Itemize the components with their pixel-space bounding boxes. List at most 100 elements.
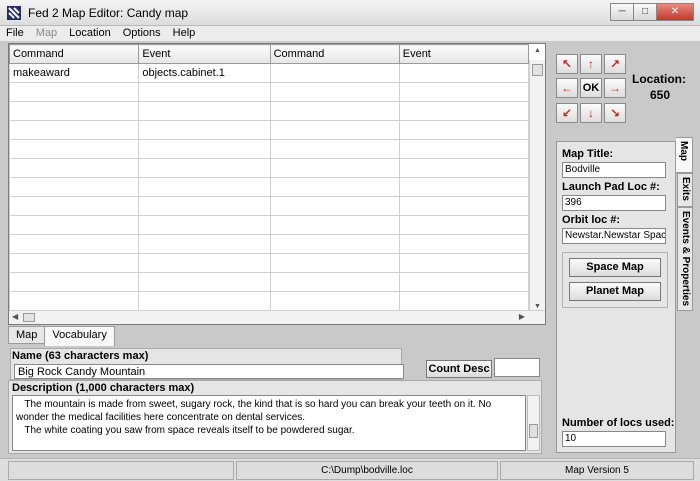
grid-cell[interactable] <box>138 196 271 216</box>
menu-file[interactable]: File <box>0 26 30 41</box>
grid-cell[interactable] <box>269 63 400 83</box>
tab-map-side[interactable]: Map <box>676 137 693 173</box>
grid-cell[interactable] <box>9 177 140 197</box>
arrow-west-icon[interactable]: ← <box>556 78 578 98</box>
menu-options[interactable]: Options <box>117 26 167 41</box>
tab-events-properties[interactable]: Events & Properties <box>677 207 693 311</box>
grid-cell[interactable] <box>269 234 400 254</box>
grid-cell[interactable] <box>398 196 529 216</box>
grid-cell[interactable] <box>138 101 271 121</box>
grid-cell[interactable] <box>269 196 400 216</box>
grid-cell[interactable] <box>138 234 271 254</box>
scroll-right-icon[interactable]: ▶ <box>519 312 525 321</box>
locs-used-field: 10 <box>562 431 666 447</box>
grid-cell[interactable] <box>269 139 400 159</box>
column-header-event-2[interactable]: Event <box>398 44 529 64</box>
column-header-command-1[interactable]: Command <box>9 44 140 64</box>
arrow-southwest-icon[interactable]: ↙ <box>556 103 578 123</box>
orbit-loc-input[interactable]: Newstar.Newstar Space <box>562 228 666 244</box>
scroll-thumb[interactable] <box>23 313 35 322</box>
table-row <box>9 272 529 292</box>
app-icon <box>7 6 21 20</box>
grid-cell[interactable] <box>398 139 529 159</box>
count-desc-button[interactable]: Count Desc <box>426 360 492 378</box>
grid-cell[interactable]: makeaward <box>9 63 140 83</box>
grid-cell[interactable] <box>269 177 400 197</box>
ok-button[interactable]: OK <box>580 78 602 98</box>
scroll-left-icon[interactable]: ◀ <box>12 312 18 321</box>
planet-map-button[interactable]: Planet Map <box>569 282 661 301</box>
count-result-field <box>494 358 540 377</box>
grid-cell[interactable] <box>398 234 529 254</box>
grid-cell[interactable] <box>398 177 529 197</box>
grid-cell[interactable] <box>138 82 271 102</box>
menu-location[interactable]: Location <box>63 26 117 41</box>
grid-cell[interactable] <box>9 272 140 292</box>
grid-vertical-scrollbar[interactable]: ▲ ▼ <box>529 47 545 312</box>
arrow-east-icon[interactable]: → <box>604 78 626 98</box>
tab-exits[interactable]: Exits <box>677 173 693 207</box>
grid-cell[interactable] <box>9 158 140 178</box>
maximize-icon[interactable]: □ <box>633 3 657 21</box>
scroll-up-icon[interactable]: ▲ <box>534 47 541 54</box>
menu-map[interactable]: Map <box>30 26 63 41</box>
grid-cell[interactable] <box>9 291 140 311</box>
grid-cell[interactable] <box>398 63 529 83</box>
grid-cell[interactable] <box>398 215 529 235</box>
grid-cell[interactable] <box>398 101 529 121</box>
tab-map[interactable]: Map <box>8 326 46 344</box>
space-map-button[interactable]: Space Map <box>569 258 661 277</box>
grid-cell[interactable] <box>269 101 400 121</box>
name-input[interactable] <box>14 364 404 379</box>
column-header-event-1[interactable]: Event <box>138 44 271 64</box>
grid-cell[interactable] <box>269 253 400 273</box>
launch-pad-input[interactable]: 396 <box>562 195 666 211</box>
grid-cell[interactable] <box>9 139 140 159</box>
column-header-command-2[interactable]: Command <box>269 44 400 64</box>
grid-cell[interactable] <box>138 272 271 292</box>
minimize-icon[interactable]: ─ <box>610 3 634 21</box>
grid-cell[interactable] <box>269 291 400 311</box>
arrow-northeast-icon[interactable]: ↗ <box>604 54 626 74</box>
grid-cell[interactable] <box>138 158 271 178</box>
arrow-south-icon[interactable]: ↓ <box>580 103 602 123</box>
grid-cell[interactable] <box>138 291 271 311</box>
grid-cell[interactable] <box>398 120 529 140</box>
map-title-input[interactable]: Bodville <box>562 162 666 178</box>
tab-vocabulary[interactable]: Vocabulary <box>44 326 115 346</box>
grid-cell[interactable] <box>138 253 271 273</box>
grid-cell[interactable] <box>9 196 140 216</box>
grid-cell[interactable] <box>269 215 400 235</box>
grid-cell[interactable] <box>9 253 140 273</box>
grid-cell[interactable] <box>398 253 529 273</box>
grid-cell[interactable] <box>269 158 400 178</box>
scroll-thumb[interactable] <box>529 424 538 438</box>
grid-cell[interactable] <box>398 158 529 178</box>
arrow-southeast-icon[interactable]: ↘ <box>604 103 626 123</box>
grid-cell[interactable] <box>398 82 529 102</box>
grid-cell[interactable] <box>398 272 529 292</box>
grid-horizontal-scrollbar[interactable]: ◀ ▶ <box>9 310 545 324</box>
scroll-down-icon[interactable]: ▼ <box>534 303 541 310</box>
grid-cell[interactable] <box>9 215 140 235</box>
grid-cell[interactable] <box>138 120 271 140</box>
close-icon[interactable]: ✕ <box>656 3 694 21</box>
arrow-north-icon[interactable]: ↑ <box>580 54 602 74</box>
scroll-thumb[interactable] <box>532 64 543 76</box>
grid-cell[interactable] <box>9 101 140 121</box>
description-scrollbar[interactable] <box>527 395 540 451</box>
grid-cell[interactable] <box>269 272 400 292</box>
grid-cell[interactable] <box>9 234 140 254</box>
grid-cell[interactable] <box>398 291 529 311</box>
description-textarea[interactable]: The mountain is made from sweet, sugary … <box>12 395 526 451</box>
grid-cell[interactable] <box>138 177 271 197</box>
grid-cell[interactable] <box>138 139 271 159</box>
grid-cell[interactable] <box>9 82 140 102</box>
arrow-northwest-icon[interactable]: ↖ <box>556 54 578 74</box>
grid-cell[interactable] <box>138 215 271 235</box>
grid-cell[interactable] <box>9 120 140 140</box>
grid-cell[interactable] <box>269 82 400 102</box>
grid-cell-selected[interactable]: objects.cabinet.1 <box>138 63 271 83</box>
menu-help[interactable]: Help <box>167 26 202 41</box>
grid-cell[interactable] <box>269 120 400 140</box>
